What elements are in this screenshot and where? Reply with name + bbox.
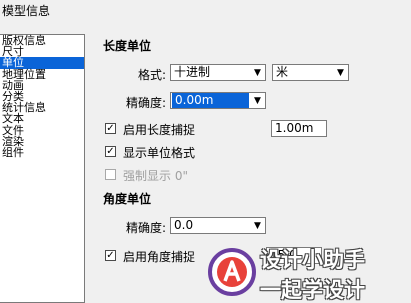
length-precision-select[interactable]: 0.00m ▼ xyxy=(170,92,266,109)
format-select-value: 十进制 xyxy=(174,65,211,79)
show-unit-format-checkbox[interactable]: ✓ xyxy=(105,146,116,157)
chevron-down-icon: ▼ xyxy=(254,95,261,106)
angle-snap-checkbox[interactable]: ✓ xyxy=(105,250,116,261)
angle-precision-value: 0.0 xyxy=(174,218,194,232)
angle-units-title: 角度单位 xyxy=(103,192,152,206)
unit-select[interactable]: 米 ▼ xyxy=(272,64,349,81)
sidebar-item-text[interactable]: 文本 xyxy=(0,113,84,124)
logo-icon xyxy=(208,248,256,296)
show-unit-format-label: 显示单位格式 xyxy=(123,146,196,160)
chevron-down-icon: ▼ xyxy=(337,67,344,78)
chevron-down-icon: ▼ xyxy=(254,67,261,78)
length-snap-input[interactable]: 1.00m xyxy=(271,120,327,137)
watermark-line1: 设计小助手 xyxy=(260,248,365,272)
unit-select-value: 米 xyxy=(276,65,289,79)
sidebar-item-file[interactable]: 文件 xyxy=(0,124,84,135)
format-label: 格式: xyxy=(138,68,167,82)
angle-precision-select[interactable]: 0.0 ▼ xyxy=(170,217,266,234)
force-display-checkbox[interactable] xyxy=(105,169,116,180)
length-precision-label: 精确度: xyxy=(126,96,167,110)
sidebar-item-components[interactable]: 组件 xyxy=(0,147,84,158)
chevron-down-icon: ▼ xyxy=(254,220,261,231)
length-precision-value: 0.00m xyxy=(172,93,249,108)
dialog-title: 模型信息 xyxy=(2,4,51,18)
length-snap-label: 启用长度捕捉 xyxy=(123,123,196,137)
force-display-label: 强制显示 0" xyxy=(123,169,188,183)
format-select[interactable]: 十进制 ▼ xyxy=(170,64,266,81)
sidebar: 版权信息 尺寸 单位 地理位置 动画 分类 统计信息 文本 文件 渲染 组件 xyxy=(0,34,85,303)
length-units-title: 长度单位 xyxy=(103,39,152,53)
watermark-line2: 一起学设计 xyxy=(260,278,365,302)
angle-precision-label: 精确度: xyxy=(126,221,167,235)
length-snap-checkbox[interactable]: ✓ xyxy=(105,123,116,134)
watermark: 设计小助手 一起学设计 xyxy=(208,244,408,302)
sidebar-item-units[interactable]: 单位 xyxy=(0,57,84,69)
angle-snap-label: 启用角度捕捉 xyxy=(123,250,196,264)
